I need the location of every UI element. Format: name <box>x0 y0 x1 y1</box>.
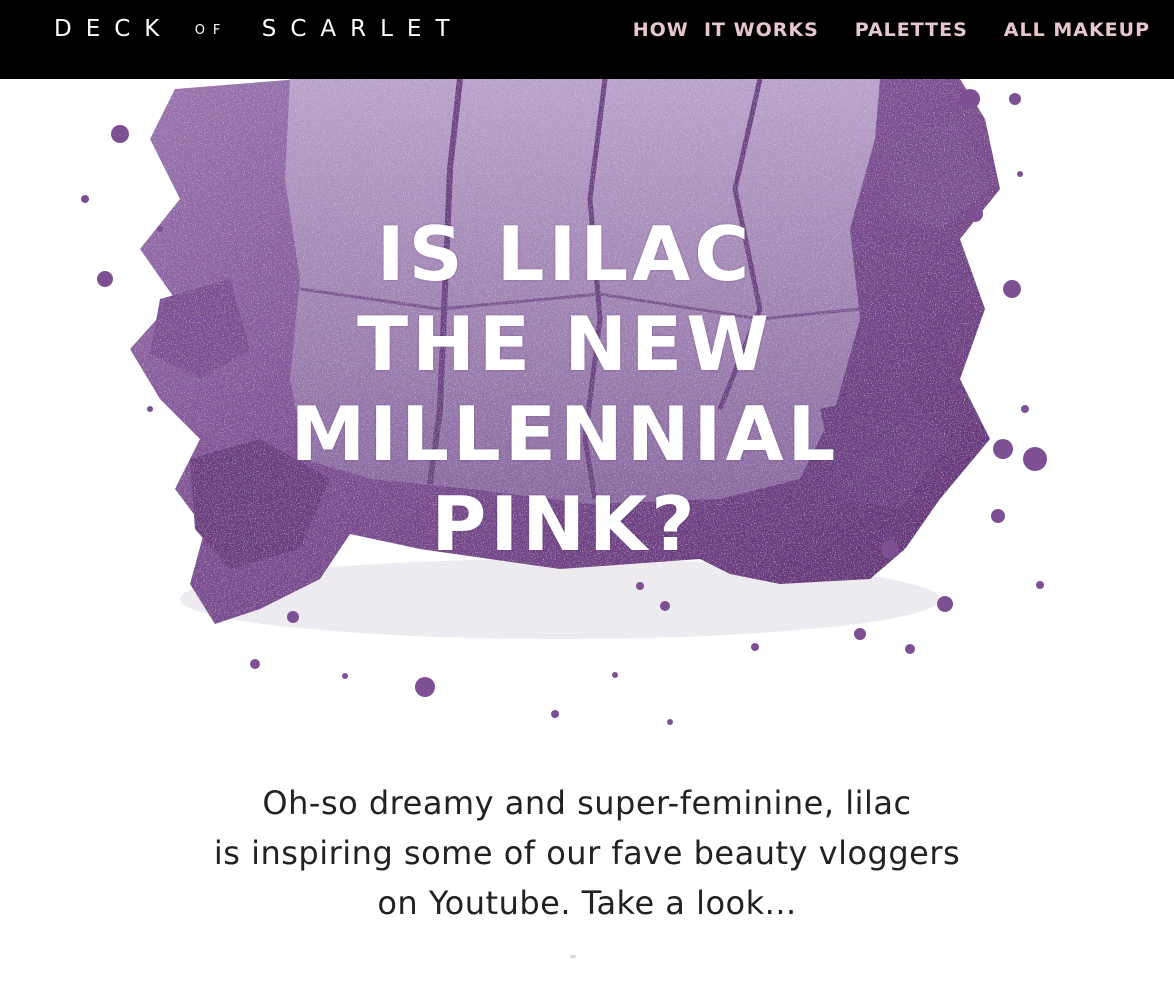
site-logo[interactable]: DECK OF SCARLET <box>54 14 464 48</box>
section-divider <box>570 955 576 958</box>
nav-palettes[interactable]: PALETTES <box>855 17 968 43</box>
hero-headline: IS LILAC THE NEW MILLENNIAL PINK? <box>0 209 1130 569</box>
logo-word-deck: DECK <box>54 16 174 42</box>
headline-line: MILLENNIAL <box>290 390 840 478</box>
logo-word-scarlet: SCARLET <box>261 16 464 42</box>
intro-line: on Youtube. Take a look... <box>377 884 797 922</box>
nav-how-it-works[interactable]: HOW IT WORKS <box>633 17 819 43</box>
intro-line: Oh-so dreamy and super-feminine, lilac <box>262 784 912 822</box>
intro-paragraph: Oh-so dreamy and super-feminine, lilac i… <box>0 778 1174 928</box>
intro-line: is inspiring some of our fave beauty vlo… <box>213 834 961 872</box>
hero-banner: IS LILAC THE NEW MILLENNIAL PINK? <box>0 79 1174 739</box>
main-nav: HOW IT WORKS PALETTES ALL MAKEUP <box>633 17 1150 43</box>
logo-word-of: OF <box>194 23 229 38</box>
page: DECK OF SCARLET HOW IT WORKS PALETTES AL… <box>0 0 1174 987</box>
headline-line: IS LILAC <box>376 210 754 298</box>
nav-all-makeup[interactable]: ALL MAKEUP <box>1004 17 1150 43</box>
headline-line: PINK? <box>431 480 699 568</box>
site-header: DECK OF SCARLET HOW IT WORKS PALETTES AL… <box>0 0 1174 79</box>
headline-line: THE NEW <box>356 300 773 388</box>
